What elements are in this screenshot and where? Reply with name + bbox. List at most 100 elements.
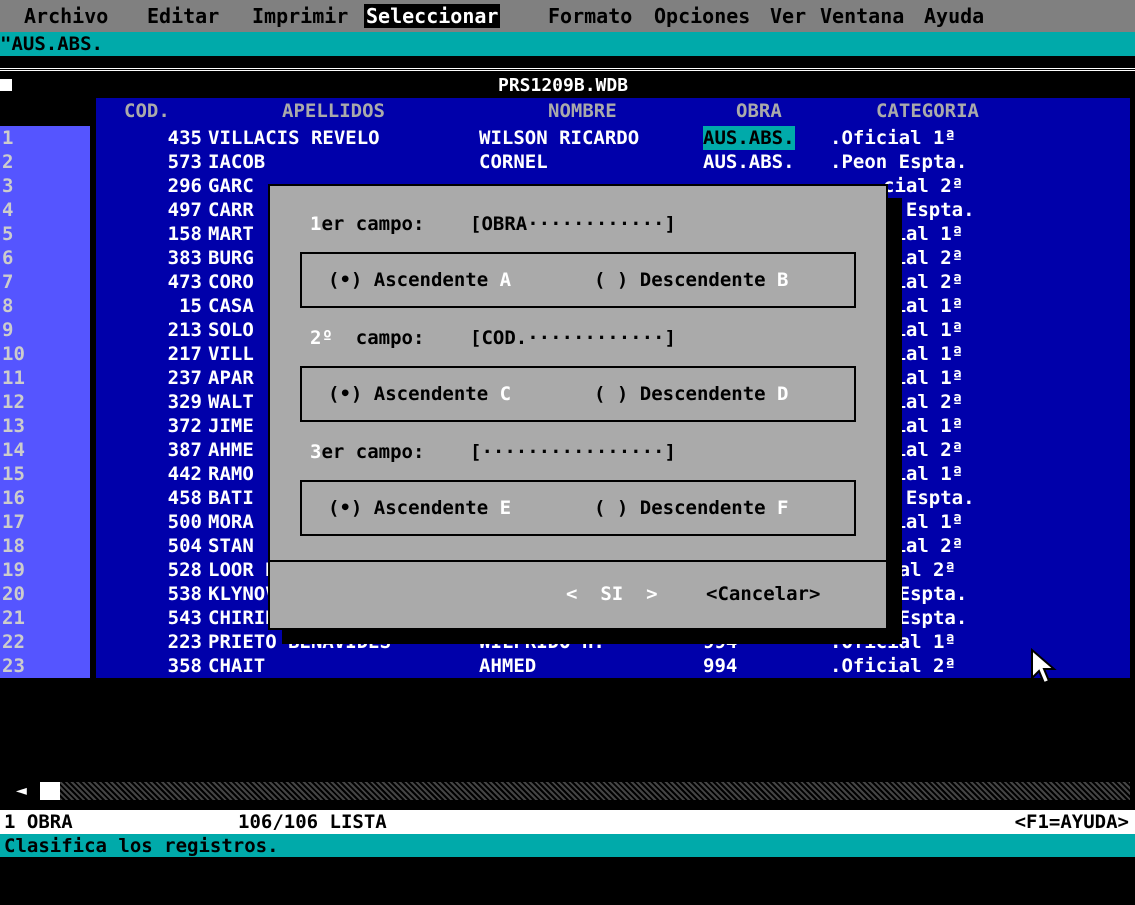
cell-obra[interactable]: 994 xyxy=(703,654,737,678)
cell-cod[interactable]: 213 xyxy=(168,318,202,342)
desc3-radio[interactable]: ( ) Descendente F xyxy=(594,496,789,520)
row-number[interactable]: 10 xyxy=(0,342,90,366)
cell-apellidos[interactable]: WALT xyxy=(208,390,254,414)
cell-apellidos[interactable]: GARC xyxy=(208,174,254,198)
cell-cod[interactable]: 528 xyxy=(168,558,202,582)
row-number[interactable]: 14 xyxy=(0,438,90,462)
row-number[interactable]: 1 xyxy=(0,126,90,150)
row-number[interactable]: 2 xyxy=(0,150,90,174)
cell-apellidos[interactable]: IACOB xyxy=(208,150,265,174)
scroll-left-icon[interactable]: ◄ xyxy=(16,780,27,801)
row-number[interactable]: 5 xyxy=(0,222,90,246)
cell-obra[interactable]: AUS.ABS. xyxy=(703,126,795,150)
menu-imprimir[interactable]: Imprimir xyxy=(250,4,350,28)
cell-apellidos[interactable]: VILLACIS REVELO xyxy=(208,126,380,150)
cell-categoria[interactable]: .Oficial 2ª xyxy=(830,654,956,678)
cell-apellidos[interactable]: VILL xyxy=(208,342,254,366)
field1-input[interactable]: [OBRA············] xyxy=(470,212,676,236)
field3-input[interactable]: [················] xyxy=(470,440,676,464)
asc2-radio[interactable]: (•) Ascendente C xyxy=(328,382,511,406)
menu-opciones[interactable]: Opciones xyxy=(652,4,752,28)
asc3-radio[interactable]: (•) Ascendente E xyxy=(328,496,511,520)
row-number[interactable]: 20 xyxy=(0,582,90,606)
cell-categoria[interactable]: .Oficial 1ª xyxy=(830,126,956,150)
cell-cod[interactable]: 435 xyxy=(168,126,202,150)
cell-apellidos[interactable]: JIME xyxy=(208,414,254,438)
cell-apellidos[interactable]: BATI xyxy=(208,486,254,510)
row-number[interactable]: 3 xyxy=(0,174,90,198)
cancel-button[interactable]: <Cancelar> xyxy=(706,582,820,606)
window-close-box[interactable] xyxy=(0,79,12,91)
row-number[interactable]: 19 xyxy=(0,558,90,582)
ok-button-frame[interactable]: < SI > xyxy=(566,582,658,606)
menu-ayuda[interactable]: Ayuda xyxy=(922,4,986,28)
cell-nombre[interactable]: CORNEL xyxy=(479,150,548,174)
cell-apellidos[interactable]: CHAIT xyxy=(208,654,265,678)
cell-cod[interactable]: 458 xyxy=(168,486,202,510)
row-number[interactable]: 7 xyxy=(0,270,90,294)
menu-ver[interactable]: Ver xyxy=(768,4,808,28)
row-number[interactable]: 15 xyxy=(0,462,90,486)
cell-apellidos[interactable]: STAN xyxy=(208,534,254,558)
cell-apellidos[interactable]: AHME xyxy=(208,438,254,462)
menu-editar[interactable]: Editar xyxy=(145,4,221,28)
menu-seleccionar[interactable]: Seleccionar xyxy=(364,4,501,28)
row-number[interactable]: 6 xyxy=(0,246,90,270)
cell-apellidos[interactable]: SOLO xyxy=(208,318,254,342)
ok-button[interactable]: < SI > xyxy=(566,583,658,605)
cell-cod[interactable]: 383 xyxy=(168,246,202,270)
cell-categoria[interactable]: .Peon Espta. xyxy=(830,150,967,174)
row-number[interactable]: 13 xyxy=(0,414,90,438)
row-number[interactable]: 11 xyxy=(0,366,90,390)
cell-apellidos[interactable]: RAMO xyxy=(208,462,254,486)
status-help-key[interactable]: <F1=AYUDA> xyxy=(1015,810,1129,834)
cell-cod[interactable]: 15 xyxy=(179,294,202,318)
cell-cod[interactable]: 500 xyxy=(168,510,202,534)
row-number[interactable]: 4 xyxy=(0,198,90,222)
cell-cod[interactable]: 296 xyxy=(168,174,202,198)
cell-cod[interactable]: 573 xyxy=(168,150,202,174)
field2-input[interactable]: [COD.············] xyxy=(470,326,676,350)
entry-line[interactable]: "AUS.ABS. xyxy=(0,32,1135,56)
cell-cod[interactable]: 387 xyxy=(168,438,202,462)
cell-cod[interactable]: 497 xyxy=(168,198,202,222)
menu-archivo[interactable]: Archivo xyxy=(22,4,110,28)
row-number[interactable]: 8 xyxy=(0,294,90,318)
cell-cod[interactable]: 538 xyxy=(168,582,202,606)
row-number[interactable]: 12 xyxy=(0,390,90,414)
menu-formato[interactable]: Formato xyxy=(546,4,634,28)
row-number[interactable]: 21 xyxy=(0,606,90,630)
cell-apellidos[interactable]: APAR xyxy=(208,366,254,390)
cell-categoria[interactable]: cial 2ª xyxy=(883,174,963,198)
row-number[interactable]: 18 xyxy=(0,534,90,558)
scroll-thumb[interactable] xyxy=(40,782,60,800)
cell-apellidos[interactable]: BURG xyxy=(208,246,254,270)
row-number[interactable]: 23 xyxy=(0,654,90,678)
desc2-radio[interactable]: ( ) Descendente D xyxy=(594,382,789,406)
cell-cod[interactable]: 217 xyxy=(168,342,202,366)
row-number[interactable]: 22 xyxy=(0,630,90,654)
row-number[interactable]: 16 xyxy=(0,486,90,510)
desc1-radio[interactable]: ( ) Descendente B xyxy=(594,268,789,292)
menu-ventana[interactable]: Ventana xyxy=(818,4,906,28)
cell-apellidos[interactable]: MART xyxy=(208,222,254,246)
cell-cod[interactable]: 223 xyxy=(168,630,202,654)
cell-cod[interactable]: 237 xyxy=(168,366,202,390)
cell-cod[interactable]: 543 xyxy=(168,606,202,630)
table-row[interactable]: 2 573 IACOB CORNEL AUS.ABS. .Peon Espta. xyxy=(0,150,1135,174)
cell-apellidos[interactable]: CARR xyxy=(208,198,254,222)
cell-nombre[interactable]: AHMED xyxy=(479,654,536,678)
cell-apellidos[interactable]: MORA xyxy=(208,510,254,534)
table-row[interactable]: 1 435 VILLACIS REVELO WILSON RICARDO AUS.ABS… xyxy=(0,126,1135,150)
cell-apellidos[interactable]: CASA xyxy=(208,294,254,318)
cell-obra[interactable]: AUS.ABS. xyxy=(703,150,795,174)
cell-apellidos[interactable]: CORO xyxy=(208,270,254,294)
cell-apellidos[interactable]: KLYNOV xyxy=(208,582,277,606)
row-number[interactable]: 9 xyxy=(0,318,90,342)
cell-cod[interactable]: 358 xyxy=(168,654,202,678)
cell-cod[interactable]: 158 xyxy=(168,222,202,246)
cell-cod[interactable]: 442 xyxy=(168,462,202,486)
asc1-radio[interactable]: (•) Ascendente A xyxy=(328,268,511,292)
cell-cod[interactable]: 504 xyxy=(168,534,202,558)
table-row[interactable]: 23 358 CHAIT AHMED 994 .Oficial 2ª xyxy=(0,654,1135,678)
